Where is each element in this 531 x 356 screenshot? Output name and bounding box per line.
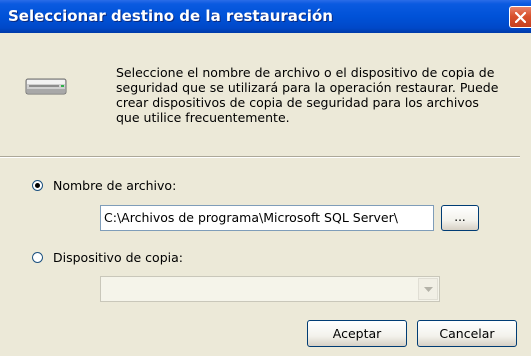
window-title: Seleccionar destino de la restauración <box>8 7 333 25</box>
backup-device-icon <box>25 76 69 101</box>
chevron-down-icon <box>424 287 433 292</box>
radio-selected-dot <box>35 183 40 188</box>
close-icon <box>515 12 526 23</box>
file-name-label[interactable]: Nombre de archivo: <box>53 178 176 193</box>
file-name-radio[interactable] <box>32 180 43 191</box>
instruction-text: Seleccione el nombre de archivo o el dis… <box>116 65 499 125</box>
cancel-button[interactable]: Cancelar <box>417 320 517 347</box>
dropdown-button[interactable] <box>418 278 438 300</box>
backup-device-radio[interactable] <box>32 252 43 263</box>
title-bar[interactable]: Seleccionar destino de la restauración <box>0 0 531 33</box>
close-button[interactable] <box>509 6 531 28</box>
browse-button[interactable]: ... <box>441 205 479 231</box>
backup-device-select[interactable] <box>100 276 440 302</box>
separator <box>0 156 520 158</box>
file-path-input[interactable]: C:\Archivos de programa\Microsoft SQL Se… <box>100 205 434 231</box>
backup-device-label[interactable]: Dispositivo de copia: <box>53 250 183 265</box>
ok-button[interactable]: Aceptar <box>307 320 407 347</box>
